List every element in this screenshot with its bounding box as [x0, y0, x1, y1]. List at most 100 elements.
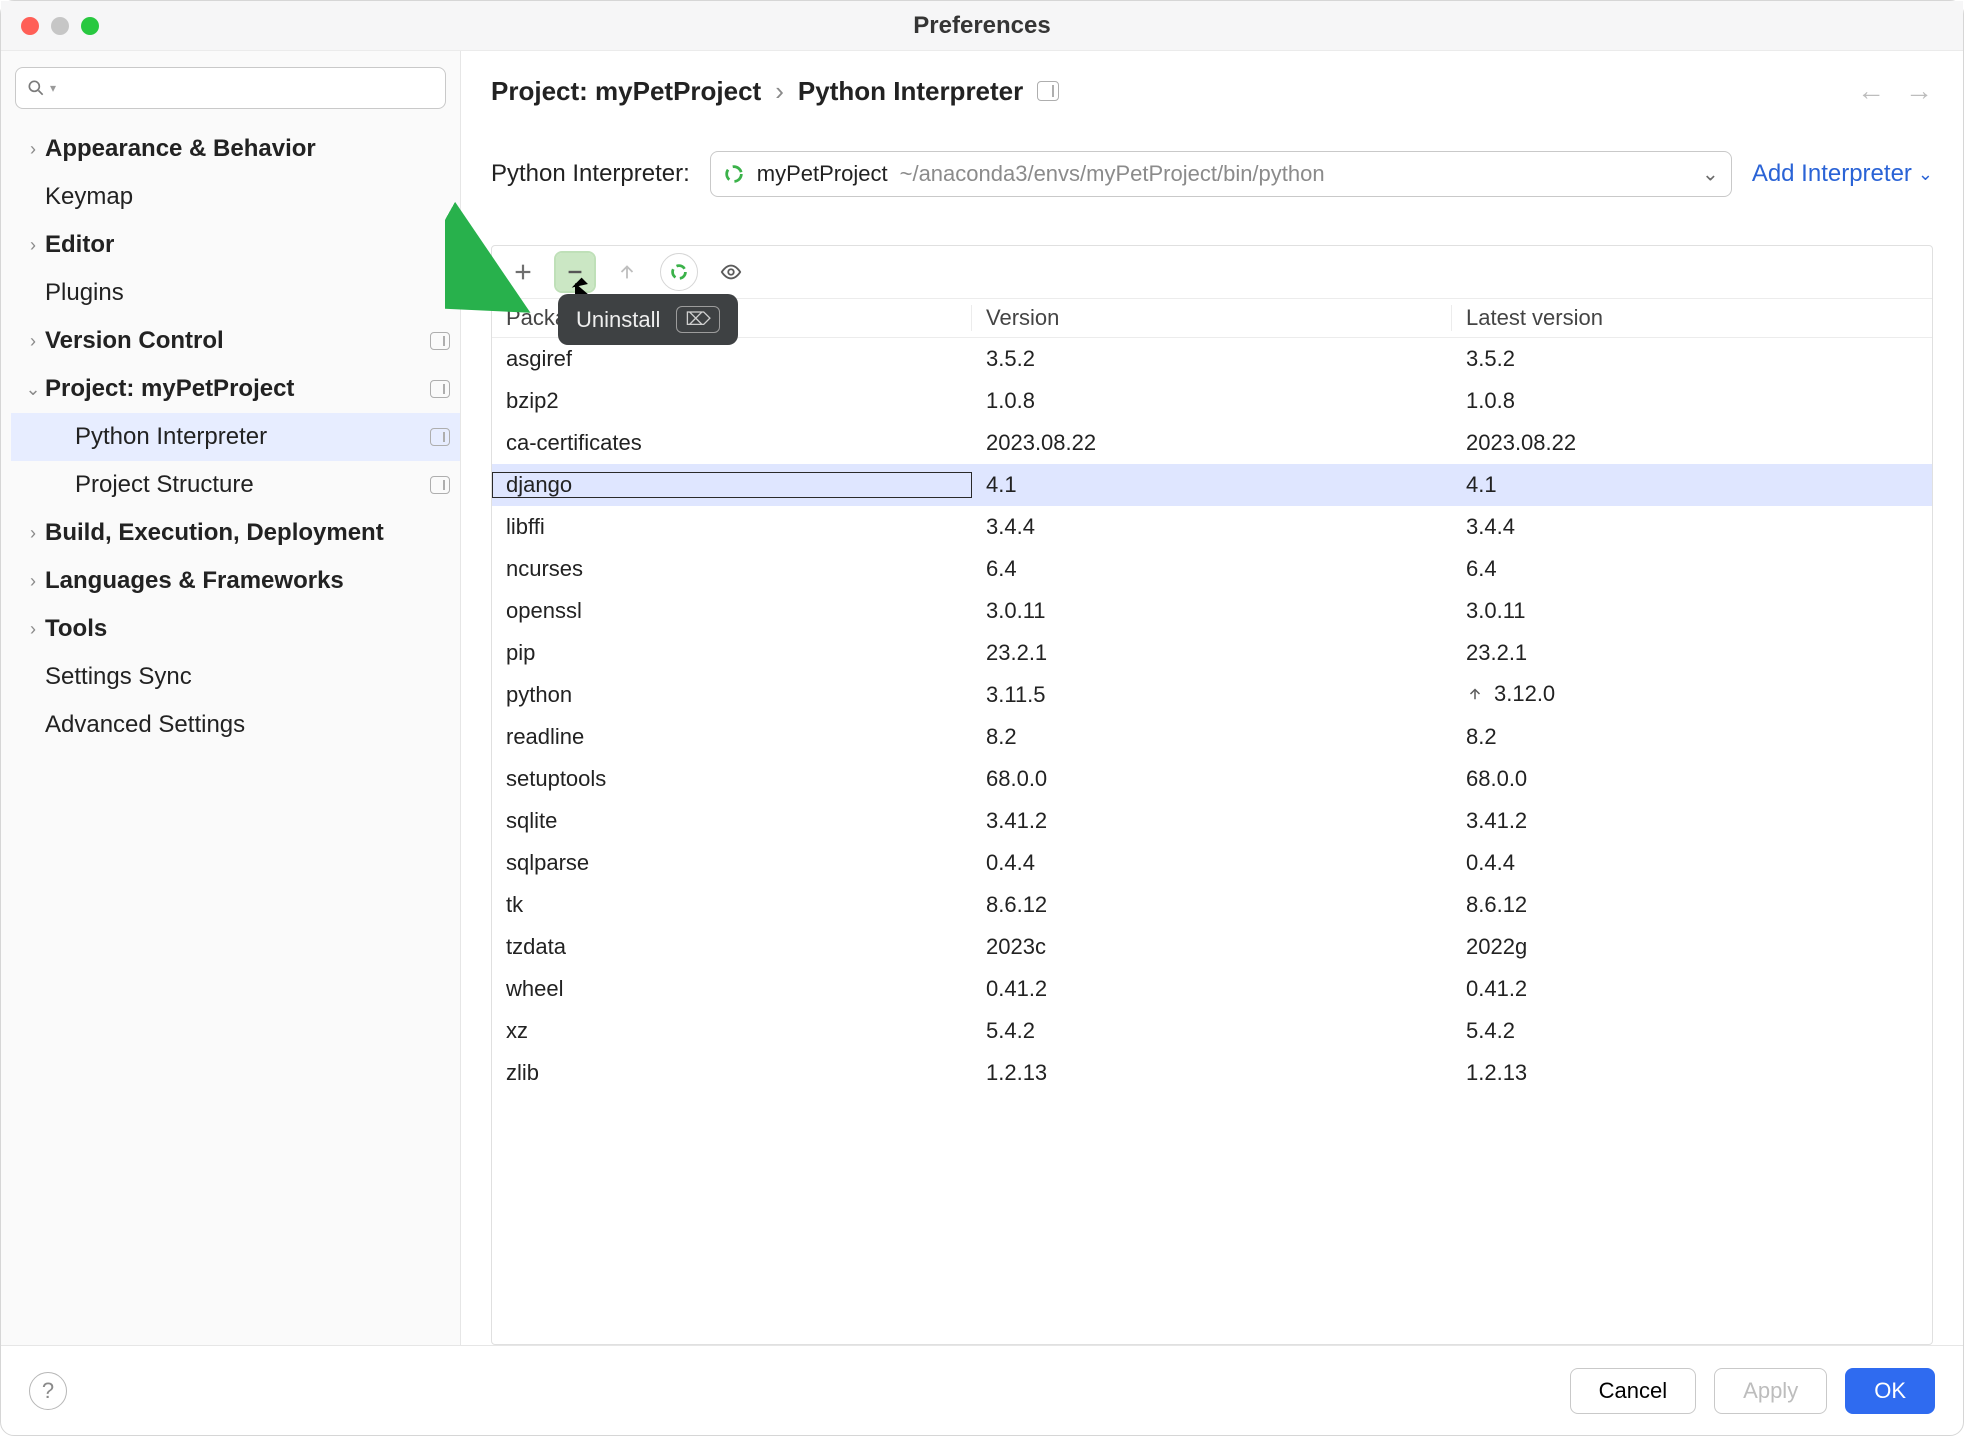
settings-search[interactable]: ▾: [15, 67, 446, 109]
package-latest-cell: 4.1: [1452, 472, 1932, 498]
table-row[interactable]: sqlite3.41.23.41.2: [492, 800, 1932, 842]
package-version-cell: 0.4.4: [972, 850, 1452, 876]
package-latest-cell: 8.6.12: [1452, 892, 1932, 918]
interpreter-conda-icon: [723, 163, 745, 185]
packages-panel: Uninstall ⌦ Package Version Latest versi…: [491, 245, 1933, 1345]
table-row[interactable]: xz5.4.25.4.2: [492, 1010, 1932, 1052]
table-row[interactable]: ncurses6.46.4: [492, 548, 1932, 590]
package-version-cell: 0.41.2: [972, 976, 1452, 1002]
sidebar-item-languages-frameworks[interactable]: ›Languages & Frameworks: [11, 557, 460, 605]
package-name-cell: python: [492, 682, 972, 708]
sidebar-item-python-interpreter[interactable]: Python Interpreter: [11, 413, 460, 461]
package-name-cell: libffi: [492, 514, 972, 540]
table-row[interactable]: tk8.6.128.6.12: [492, 884, 1932, 926]
sidebar-item-label: Project Structure: [75, 471, 254, 499]
package-latest-cell: 3.4.4: [1452, 514, 1932, 540]
sidebar-item-label: Plugins: [45, 279, 124, 307]
dialog-footer: ? Cancel Apply OK: [1, 1345, 1963, 1435]
package-latest-cell: 1.2.13: [1452, 1060, 1932, 1086]
table-row[interactable]: openssl3.0.113.0.11: [492, 590, 1932, 632]
window-title: Preferences: [913, 12, 1050, 40]
column-header-version[interactable]: Version: [972, 305, 1452, 331]
package-name-cell: setuptools: [492, 766, 972, 792]
table-row[interactable]: setuptools68.0.068.0.0: [492, 758, 1932, 800]
upgrade-package-button[interactable]: [608, 253, 646, 291]
sidebar-item-project-structure[interactable]: Project Structure: [11, 461, 460, 509]
settings-tree: ›Appearance & Behavior Keymap ›Editor Plugi…: [1, 125, 460, 749]
sidebar-item-version-control[interactable]: ›Version Control: [11, 317, 460, 365]
package-latest-cell: 3.41.2: [1452, 808, 1932, 834]
package-name-cell: tk: [492, 892, 972, 918]
sidebar-item-build-execution-deployment[interactable]: ›Build, Execution, Deployment: [11, 509, 460, 557]
sidebar-item-label: Advanced Settings: [45, 711, 245, 739]
sidebar-item-label: Project: myPetProject: [45, 375, 294, 403]
table-row[interactable]: bzip21.0.81.0.8: [492, 380, 1932, 422]
add-interpreter-label: Add Interpreter: [1752, 160, 1912, 188]
interpreter-path: ~/anaconda3/envs/myPetProject/bin/python: [900, 161, 1325, 187]
help-button[interactable]: ?: [29, 1372, 67, 1410]
ok-button[interactable]: OK: [1845, 1368, 1935, 1414]
table-row[interactable]: python3.11.53.12.0: [492, 674, 1932, 716]
conda-packages-button[interactable]: [660, 253, 698, 291]
package-version-cell: 2023.08.22: [972, 430, 1452, 456]
sidebar-item-label: Build, Execution, Deployment: [45, 519, 384, 547]
sidebar-item-label: Editor: [45, 231, 114, 259]
sidebar-item-project-mypetproject[interactable]: ⌄Project: myPetProject: [11, 365, 460, 413]
breadcrumb-separator: ›: [775, 76, 784, 107]
sidebar-item-editor[interactable]: ›Editor: [11, 221, 460, 269]
table-row[interactable]: pip23.2.123.2.1: [492, 632, 1932, 674]
install-package-button[interactable]: [504, 253, 542, 291]
table-row[interactable]: ca-certificates2023.08.222023.08.22: [492, 422, 1932, 464]
add-interpreter-button[interactable]: Add Interpreter ⌄: [1752, 160, 1933, 188]
nav-back-button[interactable]: ←: [1857, 75, 1885, 107]
table-row[interactable]: readline8.28.2: [492, 716, 1932, 758]
sidebar-item-appearance-behavior[interactable]: ›Appearance & Behavior: [11, 125, 460, 173]
package-version-cell: 1.2.13: [972, 1060, 1452, 1086]
table-row[interactable]: django4.14.1: [492, 464, 1932, 506]
sidebar-item-keymap[interactable]: Keymap: [11, 173, 460, 221]
cancel-button[interactable]: Cancel: [1570, 1368, 1696, 1414]
chevron-down-icon: ⌄: [21, 379, 45, 400]
packages-toolbar: Uninstall ⌦: [492, 246, 1932, 298]
package-latest-cell: 3.5.2: [1452, 346, 1932, 372]
package-name-cell: xz: [492, 1018, 972, 1044]
package-latest-cell: 5.4.2: [1452, 1018, 1932, 1044]
sidebar-item-label: Tools: [45, 615, 107, 643]
package-version-cell: 68.0.0: [972, 766, 1452, 792]
project-scope-badge-icon: [1037, 81, 1059, 101]
table-row[interactable]: libffi3.4.43.4.4: [492, 506, 1932, 548]
package-name-cell: readline: [492, 724, 972, 750]
sidebar-item-plugins[interactable]: Plugins: [11, 269, 460, 317]
table-row[interactable]: zlib1.2.131.2.13: [492, 1052, 1932, 1094]
package-latest-cell: 1.0.8: [1452, 388, 1932, 414]
package-version-cell: 1.0.8: [972, 388, 1452, 414]
sidebar-item-advanced-settings[interactable]: Advanced Settings: [11, 701, 460, 749]
project-scope-badge-icon: [430, 380, 450, 398]
package-latest-cell: 8.2: [1452, 724, 1932, 750]
project-scope-badge-icon: [430, 428, 450, 446]
package-latest-cell: 0.41.2: [1452, 976, 1932, 1002]
sidebar-item-label: Keymap: [45, 183, 133, 211]
apply-button[interactable]: Apply: [1714, 1368, 1827, 1414]
settings-search-input[interactable]: [64, 77, 435, 100]
interpreter-select[interactable]: myPetProject ~/anaconda3/envs/myPetProje…: [710, 151, 1732, 197]
table-row[interactable]: wheel0.41.20.41.2: [492, 968, 1932, 1010]
sidebar-item-tools[interactable]: ›Tools: [11, 605, 460, 653]
nav-forward-button[interactable]: →: [1905, 75, 1933, 107]
show-early-releases-button[interactable]: [712, 253, 750, 291]
table-row[interactable]: tzdata2023c2022g: [492, 926, 1932, 968]
search-icon: [26, 78, 46, 98]
package-latest-cell: 6.4: [1452, 556, 1932, 582]
chevron-down-icon: ⌄: [1918, 164, 1933, 185]
column-header-latest[interactable]: Latest version: [1452, 305, 1932, 331]
package-latest-cell: 2022g: [1452, 934, 1932, 960]
close-window-button[interactable]: [21, 17, 39, 35]
minimize-window-button[interactable]: [51, 17, 69, 35]
package-version-cell: 8.2: [972, 724, 1452, 750]
maximize-window-button[interactable]: [81, 17, 99, 35]
breadcrumb-project: Project: myPetProject: [491, 76, 761, 107]
table-row[interactable]: sqlparse0.4.40.4.4: [492, 842, 1932, 884]
package-version-cell: 3.0.11: [972, 598, 1452, 624]
sidebar-item-settings-sync[interactable]: Settings Sync: [11, 653, 460, 701]
package-version-cell: 23.2.1: [972, 640, 1452, 666]
